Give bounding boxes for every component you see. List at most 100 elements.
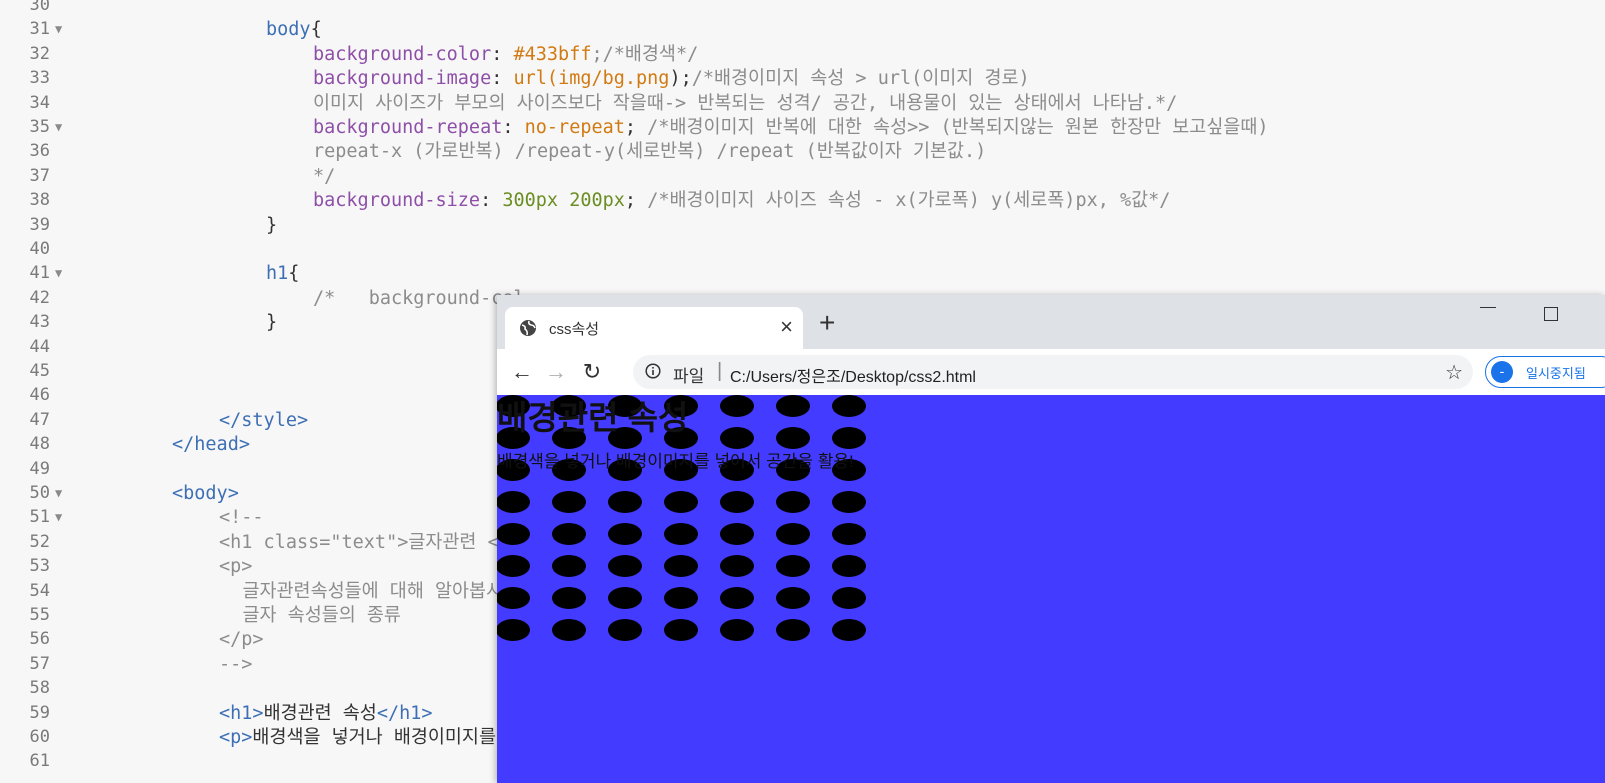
- reload-icon[interactable]: ↻: [579, 359, 605, 385]
- line-number: 49: [29, 458, 50, 479]
- code-line[interactable]: 36 repeat-x (가로반복) /repeat-y(세로반복) /repea…: [0, 139, 1605, 164]
- background-dot: [664, 555, 698, 577]
- background-dot: [720, 587, 754, 609]
- tab-close-icon[interactable]: ×: [780, 314, 793, 340]
- code-line[interactable]: 32 background-color: #433bff;/*배경색*/: [0, 42, 1605, 67]
- url-text[interactable]: C:/Users/정은조/Desktop/css2.html: [730, 363, 976, 387]
- tab-css[interactable]: css속성 ×: [505, 307, 803, 349]
- paused-icon: -: [1491, 361, 1513, 383]
- paused-profile-button[interactable]: - 일시중지됨: [1485, 356, 1605, 388]
- background-dot: [552, 587, 586, 609]
- forward-arrow-icon[interactable]: →: [543, 359, 569, 385]
- line-number: 60: [29, 727, 50, 747]
- background-dot: [664, 587, 698, 609]
- background-dot: [664, 523, 698, 545]
- code-line[interactable]: 30: [0, 0, 1605, 18]
- line-number: 36: [29, 141, 50, 162]
- bookmark-star-icon[interactable]: ☆: [1445, 360, 1463, 385]
- code-text: background-repeat: no-repeat; /*배경이미지 반복…: [313, 117, 1269, 138]
- background-dot: [497, 555, 530, 577]
- line-number: 31: [29, 19, 50, 40]
- background-dot: [720, 555, 754, 577]
- code-line[interactable]: 41 ▼ h1{: [0, 261, 1605, 286]
- background-dot: [552, 619, 586, 641]
- background-dot: [776, 395, 810, 417]
- fold-arrow-icon[interactable]: ▼: [55, 261, 62, 286]
- line-number: 41: [29, 263, 50, 284]
- code-line[interactable]: 34 이미지 사이즈가 부모의 사이즈보다 작을때-> 반복되는 성격/ 공간, …: [0, 91, 1605, 116]
- line-number: 52: [29, 531, 50, 552]
- code-text: </head>: [172, 434, 250, 456]
- background-dot: [720, 619, 754, 641]
- url-separator: |: [717, 360, 723, 382]
- line-number: 58: [29, 678, 50, 699]
- line-number: 32: [29, 43, 50, 64]
- code-text: }: [266, 214, 278, 236]
- code-line[interactable]: 38 background-size: 300px 200px; /*배경이미지 …: [0, 188, 1605, 213]
- line-number: 57: [29, 653, 50, 674]
- code-text: }: [266, 312, 278, 334]
- background-dot: [776, 619, 810, 641]
- code-line[interactable]: 33 background-image: url(img/bg.png);/*배경…: [0, 66, 1605, 91]
- fold-arrow-icon[interactable]: ▼: [55, 115, 62, 140]
- line-number: 46: [29, 385, 50, 406]
- address-bar[interactable]: 파일 | C:/Users/정은조/Desktop/css2.html ☆: [633, 355, 1473, 389]
- minimize-button[interactable]: [1480, 307, 1496, 308]
- paused-label: 일시중지됨: [1526, 366, 1586, 381]
- new-tab-button[interactable]: +: [819, 309, 835, 337]
- line-number: 55: [29, 605, 50, 625]
- code-text: /* background-col: [313, 287, 525, 309]
- line-number: 30: [29, 0, 50, 15]
- code-text: background-image: url(img/bg.png);/*배경이미…: [313, 68, 1030, 90]
- browser-window: css속성 × + ← → ↻ 파일 | C:/Users/정은조/Deskto…: [497, 295, 1605, 783]
- code-text: -->: [219, 653, 253, 675]
- code-text: 이미지 사이즈가 부모의 사이즈보다 작을때-> 반복되는 성격/ 공간, 내용…: [313, 92, 1178, 114]
- back-arrow-icon[interactable]: ←: [509, 359, 535, 385]
- background-dot: [497, 619, 530, 641]
- background-dot: [720, 523, 754, 545]
- background-dot: [552, 555, 586, 577]
- background-dot: [832, 395, 866, 417]
- background-dot: [608, 619, 642, 641]
- line-number: 51: [29, 507, 50, 528]
- code-text: */: [313, 165, 336, 187]
- line-number: 44: [29, 336, 50, 357]
- code-line[interactable]: 40: [0, 237, 1605, 262]
- code-text: </style>: [219, 409, 309, 431]
- code-text: <p>배경색을 넣거나 배경이미지를: [219, 727, 496, 748]
- code-text: <p>: [219, 556, 253, 578]
- background-dot: [832, 587, 866, 609]
- code-line[interactable]: 39}: [0, 213, 1605, 238]
- line-number: 59: [29, 702, 50, 723]
- code-text: <h1>배경관련 속성</h1>: [219, 702, 433, 724]
- line-number: 43: [29, 312, 50, 333]
- tab-title: css속성: [549, 321, 600, 338]
- background-dot: [776, 427, 810, 449]
- background-dot: [664, 491, 698, 513]
- code-line[interactable]: 31 ▼ body{: [0, 17, 1605, 42]
- background-dot: [776, 523, 810, 545]
- line-number: 38: [29, 190, 50, 211]
- line-number: 53: [29, 556, 50, 577]
- fold-arrow-icon[interactable]: ▼: [55, 481, 62, 506]
- maximize-button[interactable]: [1544, 307, 1558, 321]
- background-dot: [832, 555, 866, 577]
- code-line[interactable]: 35 ▼ background-repeat: no-repeat; /*배경이미지…: [0, 115, 1605, 140]
- info-icon[interactable]: [645, 363, 661, 379]
- line-number: 40: [29, 239, 50, 259]
- line-number: 33: [29, 68, 50, 89]
- code-text: body{: [266, 19, 322, 41]
- code-line[interactable]: 37 */: [0, 164, 1605, 189]
- background-dot: [832, 491, 866, 513]
- browser-toolbar: ← → ↻ 파일 | C:/Users/정은조/Desktop/css2.htm…: [497, 349, 1605, 396]
- line-number: 61: [29, 751, 50, 772]
- line-number: 56: [29, 629, 50, 650]
- background-dot: [552, 523, 586, 545]
- background-dot: [832, 619, 866, 641]
- background-dot: [832, 427, 866, 449]
- fold-arrow-icon[interactable]: ▼: [55, 505, 62, 530]
- background-dot: [720, 395, 754, 417]
- background-dot: [497, 587, 530, 609]
- fold-arrow-icon[interactable]: ▼: [55, 17, 62, 42]
- line-number: 42: [29, 287, 50, 308]
